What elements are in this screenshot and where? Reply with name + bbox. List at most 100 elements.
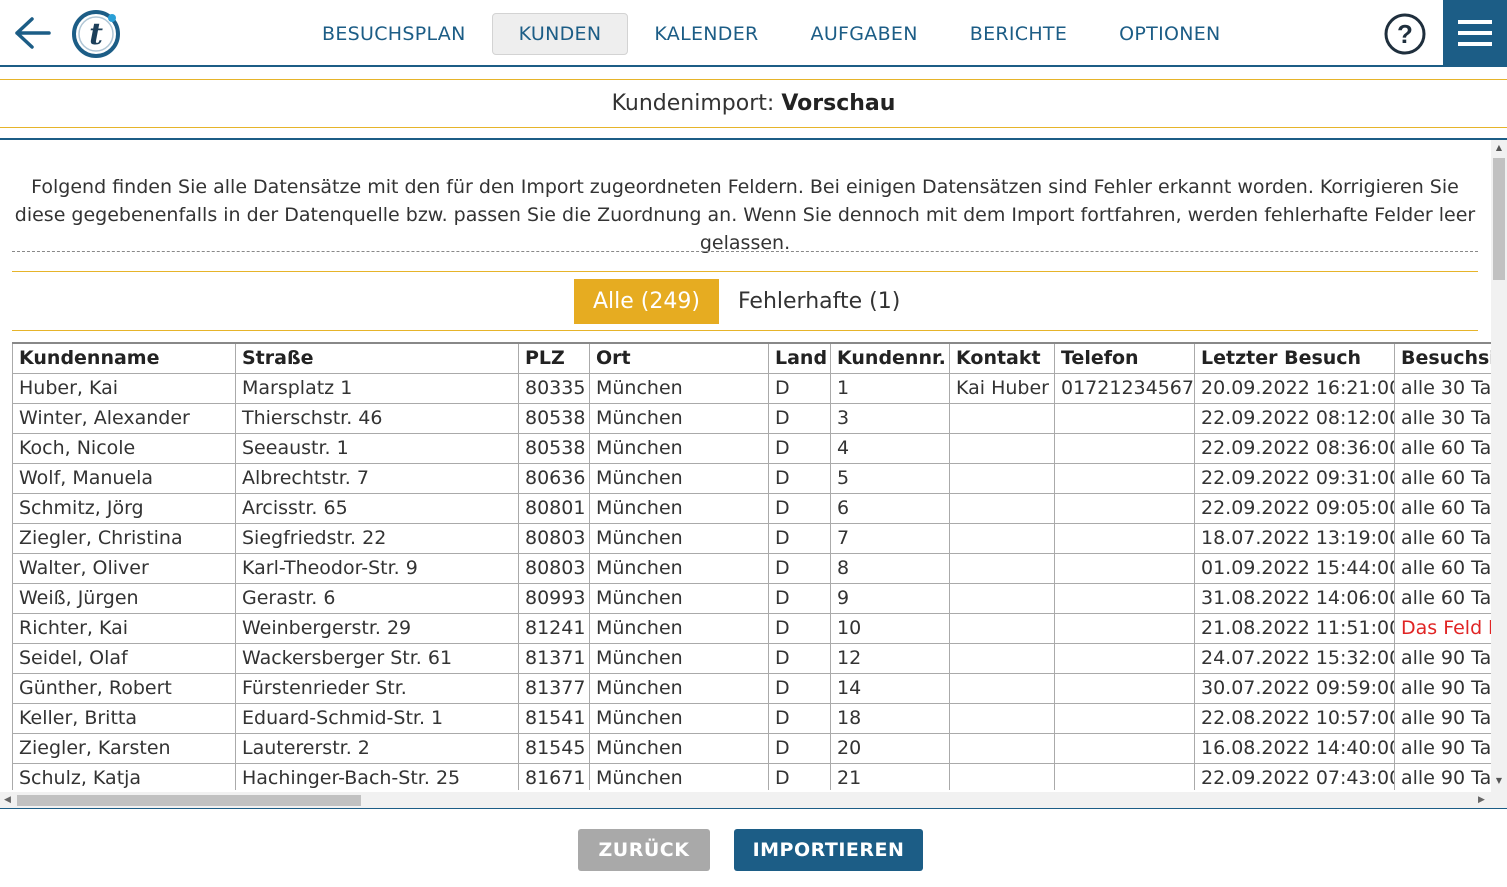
table-cell: alle 60 Tage <box>1394 522 1491 554</box>
table-cell <box>949 642 1055 674</box>
table-cell: alle 90 Tage <box>1394 672 1491 704</box>
table-cell: D <box>768 612 831 644</box>
table-cell: Günther, Robert <box>12 672 236 704</box>
table-cell: Huber, Kai <box>12 372 236 404</box>
table-cell: Schulz, Katja <box>12 762 236 790</box>
hamburger-menu-icon[interactable] <box>1443 0 1507 65</box>
table-cell: 80803 <box>518 552 590 584</box>
vertical-scrollbar[interactable]: ▲ ▼ <box>1491 140 1507 808</box>
back-button[interactable]: ZURÜCK <box>578 829 710 871</box>
table-cell: 80993 <box>518 582 590 614</box>
main-content: Folgend finden Sie alle Datensätze mit d… <box>0 140 1491 808</box>
scroll-left-icon[interactable]: ◀ <box>4 795 11 805</box>
table-cell: Eduard-Schmid-Str. 1 <box>235 702 519 734</box>
page-title-bold: Vorschau <box>781 91 896 116</box>
scroll-up-icon[interactable]: ▲ <box>1494 143 1504 153</box>
nav-kunden[interactable]: KUNDEN <box>491 13 629 55</box>
tab-errors[interactable]: Fehlerhafte (1) <box>719 279 919 324</box>
table-row: Richter, Kai Weinbergerstr. 29 81241 Münche… <box>12 612 1491 644</box>
table-cell: 21 <box>830 762 950 790</box>
table-cell: 7 <box>830 522 950 554</box>
table-cell: 5 <box>830 462 950 494</box>
nav-kalender[interactable]: KALENDER <box>628 13 784 55</box>
column-header[interactable]: Besuchsintervall <box>1394 342 1491 374</box>
tab-all[interactable]: Alle (249) <box>574 279 719 324</box>
help-icon[interactable]: ? <box>1384 13 1426 55</box>
help-glyph: ? <box>1397 19 1413 49</box>
table-cell <box>1054 432 1195 464</box>
intro-text: Folgend finden Sie alle Datensätze mit d… <box>14 176 1476 254</box>
table-cell: Marsplatz 1 <box>235 372 519 404</box>
table-cell: 22.08.2022 10:57:00 <box>1194 702 1395 734</box>
table-cell: Winter, Alexander <box>12 402 236 434</box>
nav-aufgaben[interactable]: AUFGABEN <box>785 13 944 55</box>
import-button[interactable]: IMPORTIEREN <box>734 829 923 871</box>
logo-letter: t <box>89 17 103 52</box>
table-cell: München <box>589 492 769 524</box>
table-cell: Thierschstr. 46 <box>235 402 519 434</box>
table-cell: Arcisstr. 65 <box>235 492 519 524</box>
table-cell: 22.09.2022 07:43:00 <box>1194 762 1395 790</box>
table-cell: München <box>589 552 769 584</box>
table-cell: 81377 <box>518 672 590 704</box>
horizontal-scroll-thumb[interactable] <box>17 795 361 806</box>
scroll-down-icon[interactable]: ▼ <box>1494 776 1504 786</box>
error-cell: Das Feld hat <box>1394 612 1491 644</box>
table-row: Günther, Robert Fürstenrieder Str. 81377 Mü… <box>12 672 1491 704</box>
table-cell: Walter, Oliver <box>12 552 236 584</box>
column-header[interactable]: Kundenname <box>12 342 236 374</box>
table-cell <box>949 672 1055 704</box>
footer-divider <box>0 808 1507 809</box>
nav-optionen[interactable]: OPTIONEN <box>1093 13 1246 55</box>
table-cell <box>949 402 1055 434</box>
column-header[interactable]: Kundennr. <box>830 342 950 374</box>
nav-besuchsplan[interactable]: BESUCHSPLAN <box>296 13 492 55</box>
table-cell: D <box>768 372 831 404</box>
table-cell: 80538 <box>518 432 590 464</box>
column-header[interactable]: Land <box>768 342 831 374</box>
column-header[interactable]: Kontakt <box>949 342 1055 374</box>
table-cell: alle 60 Tage <box>1394 462 1491 494</box>
table-cell <box>1054 492 1195 524</box>
table-cell <box>1054 642 1195 674</box>
table-cell <box>1054 522 1195 554</box>
table-cell: München <box>589 522 769 554</box>
table-cell: D <box>768 402 831 434</box>
column-header[interactable]: Ort <box>589 342 769 374</box>
table-cell: 22.09.2022 09:05:00 <box>1194 492 1395 524</box>
table-row: Weiß, Jürgen Gerastr. 6 80993 München D 9 31.0… <box>12 582 1491 614</box>
table-cell: 81371 <box>518 642 590 674</box>
table-cell: Seeaustr. 1 <box>235 432 519 464</box>
back-arrow-icon[interactable] <box>12 15 52 51</box>
table-cell: Siegfriedstr. 22 <box>235 522 519 554</box>
table-cell: alle 90 Tage <box>1394 642 1491 674</box>
table-cell: 01.09.2022 15:44:00 <box>1194 552 1395 584</box>
table-cell <box>949 492 1055 524</box>
horizontal-scrollbar[interactable]: ◀ ▶ <box>0 792 1491 808</box>
table-cell: Koch, Nicole <box>12 432 236 464</box>
tabs-bottom-divider <box>12 330 1478 331</box>
tabs-top-divider <box>12 271 1478 272</box>
vertical-scroll-thumb[interactable] <box>1493 158 1505 280</box>
table-cell: 30.07.2022 09:59:00 <box>1194 672 1395 704</box>
page-title: Kundenimport: Vorschau <box>0 79 1507 128</box>
scroll-right-icon[interactable]: ▶ <box>1478 795 1485 805</box>
nav-berichte[interactable]: BERICHTE <box>944 13 1093 55</box>
table-cell: alle 30 Tage <box>1394 402 1491 434</box>
table-cell: Albrechtstr. 7 <box>235 462 519 494</box>
preview-table-container[interactable]: Kundenname Straße PLZ Ort Land Kundennr. Konta… <box>12 342 1491 790</box>
table-body: Huber, Kai Marsplatz 1 80335 München D 1 Kai H… <box>12 372 1491 790</box>
column-header[interactable]: Telefon <box>1054 342 1195 374</box>
table-cell: München <box>589 702 769 734</box>
table-cell: 81241 <box>518 612 590 644</box>
table-cell: München <box>589 402 769 434</box>
table-cell: D <box>768 522 831 554</box>
column-header[interactable]: Straße <box>235 342 519 374</box>
table-row: Huber, Kai Marsplatz 1 80335 München D 1 Kai H… <box>12 372 1491 404</box>
table-cell: D <box>768 582 831 614</box>
table-cell <box>949 462 1055 494</box>
app-logo[interactable]: t <box>70 8 122 60</box>
column-header[interactable]: PLZ <box>518 342 590 374</box>
column-header[interactable]: Letzter Besuch <box>1194 342 1395 374</box>
table-cell: Richter, Kai <box>12 612 236 644</box>
